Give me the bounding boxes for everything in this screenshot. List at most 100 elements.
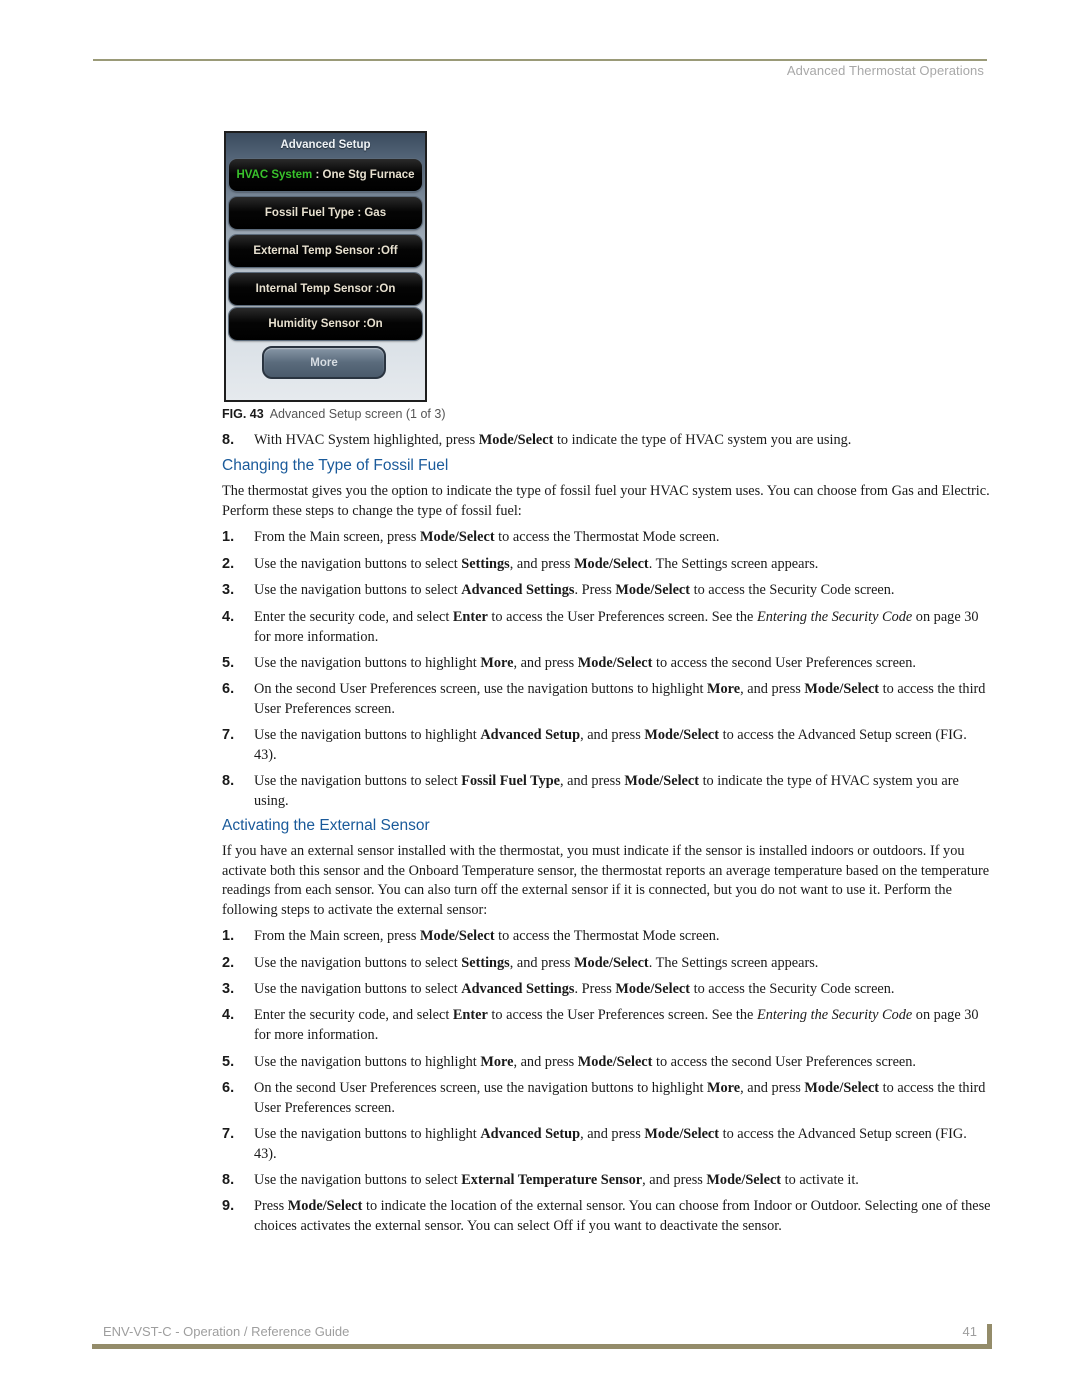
internal-temp-sensor-row[interactable]: Internal Temp Sensor :On <box>229 273 422 305</box>
running-header: Advanced Thermostat Operations <box>786 63 984 78</box>
text-run: Use the navigation buttons to highlight <box>254 655 481 671</box>
header-rule <box>93 59 987 61</box>
bold-term: Mode/Select <box>478 432 554 448</box>
hvac-system-value: One Stg Furnace <box>322 169 415 181</box>
text-run: , and press <box>740 681 805 697</box>
bold-term: External Temperature Sensor <box>461 1172 643 1188</box>
humidity-sensor-row[interactable]: Humidity Sensor :On <box>229 308 422 340</box>
step-item: 5. Use the navigation buttons to highligh… <box>222 654 992 674</box>
text-run: Use the navigation buttons to highlight <box>254 1054 481 1070</box>
step-item: 1. From the Main screen, press Mode/Selec… <box>222 528 992 548</box>
step-item: 3. Use the navigation buttons to select A… <box>222 980 992 1000</box>
external-temp-sensor-row[interactable]: External Temp Sensor :Off <box>229 235 422 267</box>
step-item: 6. On the second User Preferences screen,… <box>222 680 992 719</box>
footer-corner-bar <box>987 1324 992 1349</box>
step-number: 2. <box>222 955 235 971</box>
step-text: Enter the security code, and select Ente… <box>254 608 992 647</box>
bold-term: Mode/Select <box>804 1080 880 1096</box>
bold-term: Settings <box>461 955 510 971</box>
step-item: 5. Use the navigation buttons to highligh… <box>222 1053 992 1073</box>
text-run: to activate it. <box>781 1172 859 1188</box>
step-number: 7. <box>222 727 235 743</box>
footer-title: ENV-VST-C - Operation / Reference Guide <box>103 1324 350 1339</box>
step-item: 6. On the second User Preferences screen,… <box>222 1079 992 1118</box>
step-text: Use the navigation buttons to select Set… <box>254 954 992 974</box>
bold-term: Mode/Select <box>644 727 720 743</box>
bold-term: Mode/Select <box>615 582 691 598</box>
hvac-system-label: HVAC System <box>236 169 313 181</box>
cross-reference: Entering the Security Code <box>756 1007 913 1023</box>
section-paragraph: If you have an external sensor installed… <box>222 843 990 918</box>
bold-term: Enter <box>452 609 488 625</box>
bold-term: Advanced Settings <box>461 981 575 997</box>
step-item: 1. From the Main screen, press Mode/Selec… <box>222 927 992 947</box>
bold-term: More <box>480 1054 514 1070</box>
text-run: , and press <box>560 773 625 789</box>
step-item: 2. Use the navigation buttons to select S… <box>222 555 992 575</box>
step-text: From the Main screen, press Mode/Select … <box>254 927 992 947</box>
bold-term: Mode/Select <box>644 1126 720 1142</box>
bold-term: Mode/Select <box>287 1198 363 1214</box>
text-run: Use the navigation buttons to select <box>254 773 462 789</box>
step-text: Use the navigation buttons to select Adv… <box>254 581 992 601</box>
step-number: 7. <box>222 1126 235 1142</box>
fossil-fuel-type-row[interactable]: Fossil Fuel Type : Gas <box>229 197 422 229</box>
bold-term: Advanced Settings <box>461 582 575 598</box>
bold-term: More <box>480 655 514 671</box>
bold-term: Mode/Select <box>574 556 649 572</box>
figure-caption-text: Advanced Setup screen (1 of 3) <box>269 407 446 421</box>
step-item: 4. Enter the security code, and select En… <box>222 608 992 647</box>
more-button[interactable]: More <box>262 346 386 379</box>
text-run: With HVAC System highlighted, press <box>254 432 479 448</box>
text-run: to access the second User Preferences sc… <box>652 1054 916 1070</box>
row-separator: : <box>312 169 323 181</box>
text-run: to access the User Preferences screen. S… <box>487 1007 757 1023</box>
bold-term: Mode/Select <box>706 1172 782 1188</box>
step-number: 4. <box>222 609 235 625</box>
text-run: Use the navigation buttons to select <box>254 955 462 971</box>
text-run: to access the Thermostat Mode screen. <box>494 928 720 944</box>
text-run: . Press <box>574 582 616 598</box>
step-number: 6. <box>222 681 235 697</box>
step-item: 9. Press Mode/Select to indicate the loca… <box>222 1197 992 1236</box>
step-text: From the Main screen, press Mode/Select … <box>254 528 992 548</box>
step-item: 8. Use the navigation buttons to select F… <box>222 772 992 811</box>
text-run: Enter the security code, and select <box>254 609 453 625</box>
bold-term: Mode/Select <box>615 981 691 997</box>
bold-term: Settings <box>461 556 510 572</box>
bold-term: Advanced Setup <box>480 1126 581 1142</box>
step-text: Enter the security code, and select Ente… <box>254 1006 992 1045</box>
footer-rule <box>92 1344 992 1349</box>
step-number: 4. <box>222 1007 235 1023</box>
step-item: 7. Use the navigation buttons to highligh… <box>222 1125 992 1164</box>
text-run: . The Settings screen appears. <box>648 556 819 572</box>
step-item: 3. Use the navigation buttons to select A… <box>222 581 992 601</box>
step-number: 8. <box>222 1172 235 1188</box>
cross-reference: Entering the Security Code <box>756 609 913 625</box>
step-text: With HVAC System highlighted, press Mode… <box>254 431 992 451</box>
text-run: Use the navigation buttons to select <box>254 556 462 572</box>
step-number: 2. <box>222 556 235 572</box>
thermostat-screen-figure: Advanced Setup HVAC System : One Stg Fur… <box>224 131 427 402</box>
bold-term: Mode/Select <box>574 955 649 971</box>
text-run: to access the Security Code screen. <box>690 981 895 997</box>
text-run: From the Main screen, press <box>254 529 420 545</box>
text-run: , and press <box>740 1080 805 1096</box>
figure-label: FIG. 43 <box>222 407 264 421</box>
hvac-system-row[interactable]: HVAC System : One Stg Furnace <box>229 159 422 191</box>
section-heading-external-sensor: Activating the External Sensor <box>222 817 430 834</box>
step-text: Use the navigation buttons to select Ext… <box>254 1171 992 1191</box>
text-run: From the Main screen, press <box>254 928 420 944</box>
text-run: , and press <box>509 955 575 971</box>
bold-term: Mode/Select <box>419 529 495 545</box>
text-run: , and press <box>513 1054 578 1070</box>
step-number: 6. <box>222 1080 235 1096</box>
bold-term: Mode/Select <box>419 928 495 944</box>
step-text: Use the navigation buttons to select Adv… <box>254 980 992 1000</box>
text-run: to access the second User Preferences sc… <box>652 655 916 671</box>
figure-caption: FIG. 43 Advanced Setup screen (1 of 3) <box>222 407 446 421</box>
text-run: , and press <box>580 727 645 743</box>
step-text: Use the navigation buttons to highlight … <box>254 654 992 674</box>
text-run: to access the User Preferences screen. S… <box>487 609 757 625</box>
step-text: Use the navigation buttons to highlight … <box>254 1125 992 1164</box>
